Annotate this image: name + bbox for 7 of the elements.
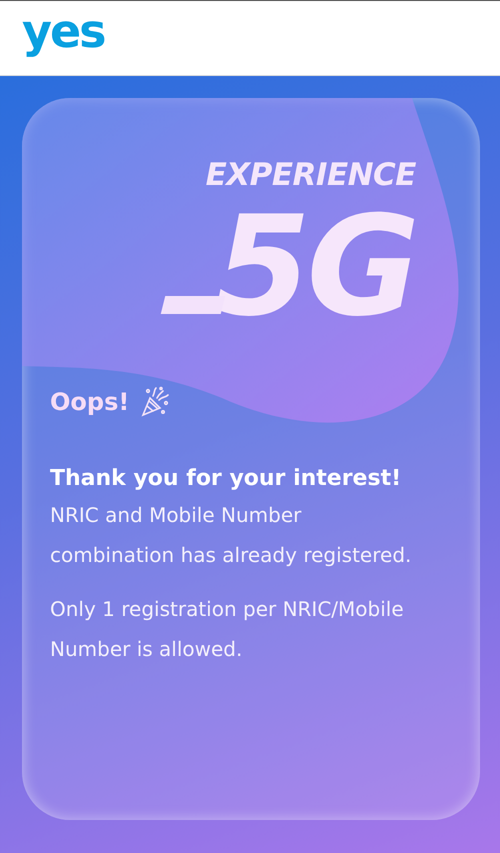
- party-popper-icon: [139, 386, 172, 418]
- oops-title: Oops!: [50, 388, 130, 416]
- tagline: EXPERIENCE: [206, 158, 416, 192]
- headline: 5G: [214, 198, 416, 336]
- message-text: NRIC and Mobile Number combination has already registered.: [50, 502, 412, 569]
- message-text: Only 1 registration per NRIC/Mobile Number is allowed.: [50, 596, 405, 663]
- message-heading: Thank you for your interest!: [50, 466, 402, 491]
